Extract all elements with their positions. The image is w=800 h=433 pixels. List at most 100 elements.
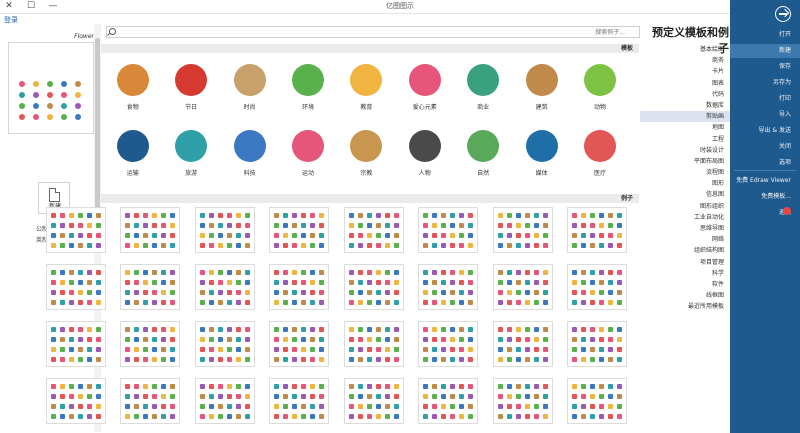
category-list-item[interactable]: 科学 bbox=[640, 268, 730, 279]
search-icon[interactable] bbox=[109, 28, 116, 35]
category-list-item[interactable]: 思维导图 bbox=[640, 223, 730, 234]
template-category-microphone[interactable]: 媒体 bbox=[513, 130, 571, 194]
example-thumbnail[interactable] bbox=[120, 264, 180, 310]
category-list-item[interactable]: 工业自动化 bbox=[640, 212, 730, 223]
example-thumbnail[interactable] bbox=[343, 378, 404, 424]
example-thumbnail[interactable] bbox=[194, 378, 255, 424]
example-thumbnail[interactable] bbox=[343, 207, 404, 253]
train-icon bbox=[116, 130, 149, 162]
category-list-item[interactable]: 网络 bbox=[640, 234, 730, 245]
back-button[interactable] bbox=[775, 6, 791, 22]
nav-item[interactable]: 另存为 bbox=[730, 76, 800, 90]
example-thumbnail[interactable] bbox=[567, 378, 627, 424]
nav-item-open[interactable]: 打开 bbox=[730, 28, 800, 42]
example-thumbnail[interactable] bbox=[418, 264, 478, 310]
example-thumbnail[interactable] bbox=[492, 321, 553, 367]
nav-item[interactable]: 免费模板... bbox=[730, 190, 800, 204]
template-category-palette[interactable]: 教育 bbox=[337, 64, 395, 128]
template-category-hamburger[interactable]: 食物 bbox=[104, 64, 162, 128]
nav-item[interactable]: 保存 bbox=[730, 60, 800, 74]
example-thumbnail[interactable] bbox=[120, 207, 180, 253]
category-list-item[interactable]: 地图 bbox=[640, 122, 730, 133]
nav-item[interactable]: 免费 Edraw Viewer bbox=[730, 174, 800, 188]
template-category-santa[interactable]: 节日 bbox=[162, 64, 220, 128]
example-thumbnail[interactable] bbox=[343, 321, 404, 367]
category-list-item[interactable]: 数据库 bbox=[640, 100, 730, 111]
clipart-glyph bbox=[143, 233, 148, 238]
nav-item[interactable]: 导出 & 发送 bbox=[730, 124, 800, 138]
example-thumbnail[interactable] bbox=[343, 264, 404, 310]
example-thumbnail[interactable] bbox=[567, 207, 627, 253]
template-category-globe[interactable]: 环境 bbox=[279, 64, 337, 128]
close-button[interactable]: ✕ bbox=[2, 0, 16, 13]
template-category-landscape[interactable]: 自然 bbox=[454, 130, 512, 194]
category-list-item[interactable]: 图表 bbox=[640, 78, 730, 89]
example-thumbnail[interactable] bbox=[492, 264, 553, 310]
category-list-item[interactable]: 软件 bbox=[640, 279, 730, 290]
search-input[interactable] bbox=[106, 26, 640, 38]
example-thumbnail[interactable] bbox=[45, 378, 106, 424]
clipart-glyph bbox=[77, 327, 83, 332]
minimize-button[interactable]: — bbox=[46, 0, 60, 13]
globe-icon bbox=[292, 64, 324, 96]
template-category-molecule[interactable]: 医疗 bbox=[571, 130, 629, 194]
template-category-ferris-wheel[interactable]: 旅游 bbox=[162, 130, 220, 194]
category-list-item[interactable]: 时装设计 bbox=[640, 145, 730, 156]
category-list-item[interactable]: 剪贴画 bbox=[640, 111, 730, 123]
template-category-castle[interactable]: 建筑 bbox=[513, 64, 571, 128]
example-thumbnail[interactable] bbox=[269, 321, 329, 367]
example-thumbnail[interactable] bbox=[418, 321, 478, 367]
example-thumbnail[interactable] bbox=[45, 321, 106, 367]
nav-item[interactable]: 新建 bbox=[730, 44, 800, 58]
category-list-item[interactable]: 图形组织 bbox=[640, 201, 730, 212]
template-category-fashion[interactable]: 时尚 bbox=[221, 64, 279, 128]
nav-item[interactable]: 关闭 bbox=[730, 140, 800, 154]
example-thumbnail[interactable] bbox=[567, 264, 627, 310]
clipart-glyph bbox=[497, 357, 503, 362]
template-category-treadmill[interactable]: 运动 bbox=[279, 130, 337, 194]
category-list-item[interactable]: 图形 bbox=[640, 178, 730, 189]
template-category-dollar-sign[interactable]: 商业 bbox=[454, 64, 512, 128]
example-thumbnail[interactable] bbox=[45, 207, 106, 253]
category-list-item[interactable]: 商务 bbox=[640, 55, 730, 66]
category-list-item[interactable]: 平面布局图 bbox=[640, 156, 730, 167]
category-list-item[interactable]: 最近所用模板 bbox=[640, 301, 730, 312]
template-category-robot[interactable]: 科技 bbox=[221, 130, 279, 194]
example-thumbnail[interactable] bbox=[194, 207, 255, 253]
nav-item[interactable]: 打印 bbox=[730, 92, 800, 106]
template-category-person[interactable]: 人物 bbox=[396, 130, 454, 194]
example-thumbnail[interactable] bbox=[194, 264, 255, 310]
example-thumbnail[interactable] bbox=[120, 321, 180, 367]
example-thumbnail[interactable] bbox=[269, 264, 329, 310]
template-category-church[interactable]: 宗教 bbox=[337, 130, 395, 194]
category-list-item[interactable]: 项目管理 bbox=[640, 257, 730, 268]
category-list-item[interactable]: 线框图 bbox=[640, 290, 730, 301]
clipart-glyph bbox=[581, 394, 586, 399]
category-list-item[interactable]: 卡片 bbox=[640, 66, 730, 77]
login-link[interactable]: 登录 bbox=[4, 15, 18, 25]
template-category-train[interactable]: 运输 bbox=[104, 130, 162, 194]
example-thumbnail[interactable] bbox=[492, 378, 553, 424]
maximize-button[interactable]: ☐ bbox=[24, 0, 38, 13]
category-list-item[interactable]: 流程图 bbox=[640, 167, 730, 178]
nav-item[interactable]: 导入 bbox=[730, 108, 800, 122]
example-thumbnail[interactable] bbox=[418, 207, 478, 253]
example-thumbnail[interactable] bbox=[120, 378, 180, 424]
nav-item[interactable]: 选项 bbox=[730, 156, 800, 170]
clipart-glyph bbox=[50, 223, 56, 228]
template-category-heart[interactable]: 爱心元素 bbox=[396, 64, 454, 128]
example-thumbnail[interactable] bbox=[567, 321, 627, 367]
category-list-item[interactable]: 代码 bbox=[640, 89, 730, 100]
category-list-item[interactable]: 基本绘图 bbox=[640, 44, 730, 55]
template-category-frog[interactable]: 动物 bbox=[571, 64, 629, 128]
category-list-item[interactable]: 组织结构图 bbox=[640, 245, 730, 256]
example-thumbnail[interactable] bbox=[269, 207, 329, 253]
example-thumbnail[interactable] bbox=[45, 264, 106, 310]
category-list-item[interactable]: 工程 bbox=[640, 134, 730, 145]
category-list-item[interactable]: 信息图 bbox=[640, 189, 730, 200]
example-thumbnail[interactable] bbox=[492, 207, 553, 253]
example-thumbnail[interactable] bbox=[418, 378, 478, 424]
example-thumbnail[interactable] bbox=[269, 378, 329, 424]
example-thumbnail[interactable] bbox=[194, 321, 255, 367]
clipart-glyph bbox=[199, 337, 205, 342]
